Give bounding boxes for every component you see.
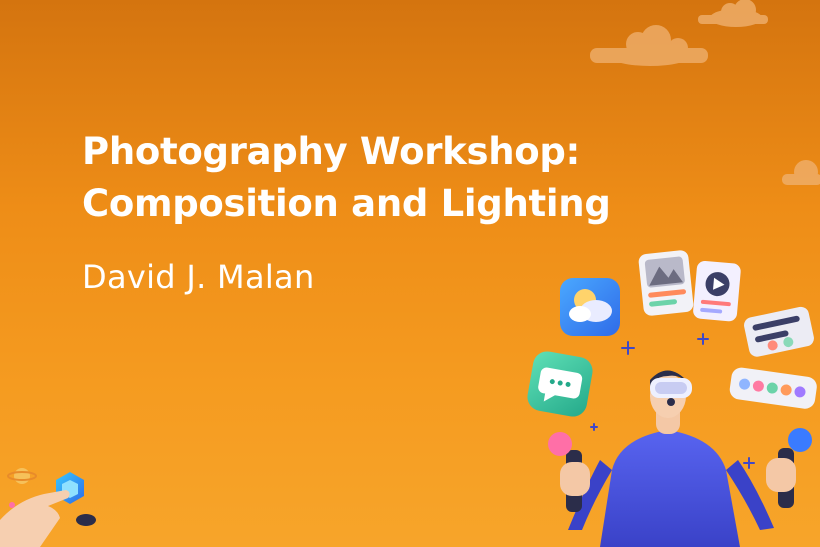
- color-palette-icon: [729, 367, 817, 409]
- cloud-icon: [782, 160, 820, 185]
- video-play-card-icon: [693, 260, 741, 322]
- illustration: [0, 0, 820, 547]
- settings-slider-card-icon: [744, 306, 814, 357]
- image-app-icon: [560, 278, 620, 336]
- cloud-icon: [590, 25, 708, 66]
- microphone-icon: [766, 428, 812, 508]
- dot-icon: [9, 502, 15, 508]
- slide: Photography Workshop: Composition and Li…: [0, 0, 820, 547]
- photo-card-icon: [638, 250, 694, 316]
- chat-bubble-icon: [527, 351, 593, 417]
- planet-icon: [7, 468, 37, 484]
- pointing-hand-icon: [0, 472, 96, 547]
- cloud-icon: [698, 0, 768, 27]
